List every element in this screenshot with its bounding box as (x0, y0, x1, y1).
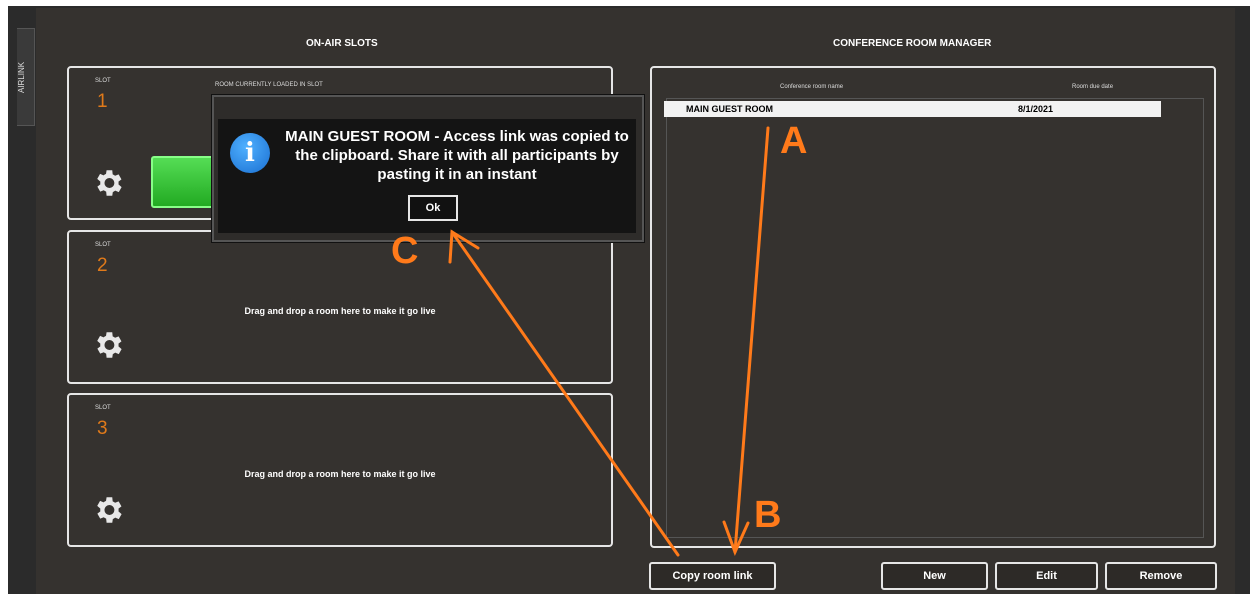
ok-button[interactable]: Ok (408, 195, 458, 221)
gear-icon[interactable] (91, 166, 125, 200)
room-date-cell: 8/1/2021 (1018, 104, 1054, 114)
slot-number: 2 (97, 255, 108, 276)
column-header-date: Room due date (1072, 84, 1114, 90)
on-air-title: ON-AIR SLOTS (306, 38, 378, 49)
callout-c: C (391, 230, 419, 272)
slot-3[interactable]: SLOT 3 Drag and drop a room here to make… (67, 393, 613, 547)
slot-drop-hint: Drag and drop a room here to make it go … (244, 469, 436, 479)
remove-button[interactable]: Remove (1105, 562, 1217, 590)
slot-number: 1 (97, 91, 108, 112)
conference-room-list[interactable] (666, 98, 1204, 538)
info-dialog: i MAIN GUEST ROOM - Access link was copi… (212, 95, 644, 242)
column-header-name: Conference room name (780, 84, 844, 90)
loaded-room-label: ROOM CURRENTLY LOADED IN SLOT (215, 82, 323, 88)
slot-label: SLOT (95, 242, 111, 248)
slot-number: 3 (97, 418, 108, 439)
slot-label: SLOT (95, 405, 111, 411)
gear-icon[interactable] (91, 493, 125, 527)
room-name-cell: MAIN GUEST ROOM (686, 104, 773, 114)
copy-room-link-button[interactable]: Copy room link (649, 562, 776, 590)
side-tab-airlink[interactable]: AIRLINK (17, 28, 35, 126)
new-button[interactable]: New (881, 562, 988, 590)
side-tab-label: AIRLINK (17, 61, 26, 93)
table-row[interactable]: MAIN GUEST ROOM 8/1/2021 (664, 101, 1161, 117)
callout-a: A (780, 120, 808, 162)
conference-room-panel: Conference room name Room due date MAIN … (650, 66, 1216, 548)
edit-button[interactable]: Edit (995, 562, 1098, 590)
conference-title: CONFERENCE ROOM MANAGER (833, 38, 992, 49)
slot-2[interactable]: SLOT 2 Drag and drop a room here to make… (67, 230, 613, 384)
gear-icon[interactable] (91, 328, 125, 362)
dialog-message: MAIN GUEST ROOM - Access link was copied… (285, 128, 629, 183)
callout-b: B (754, 494, 782, 536)
slot-label: SLOT (95, 78, 111, 84)
info-icon: i (230, 133, 270, 173)
slot-drop-hint: Drag and drop a room here to make it go … (244, 306, 436, 316)
dialog-body: i MAIN GUEST ROOM - Access link was copi… (218, 119, 636, 233)
